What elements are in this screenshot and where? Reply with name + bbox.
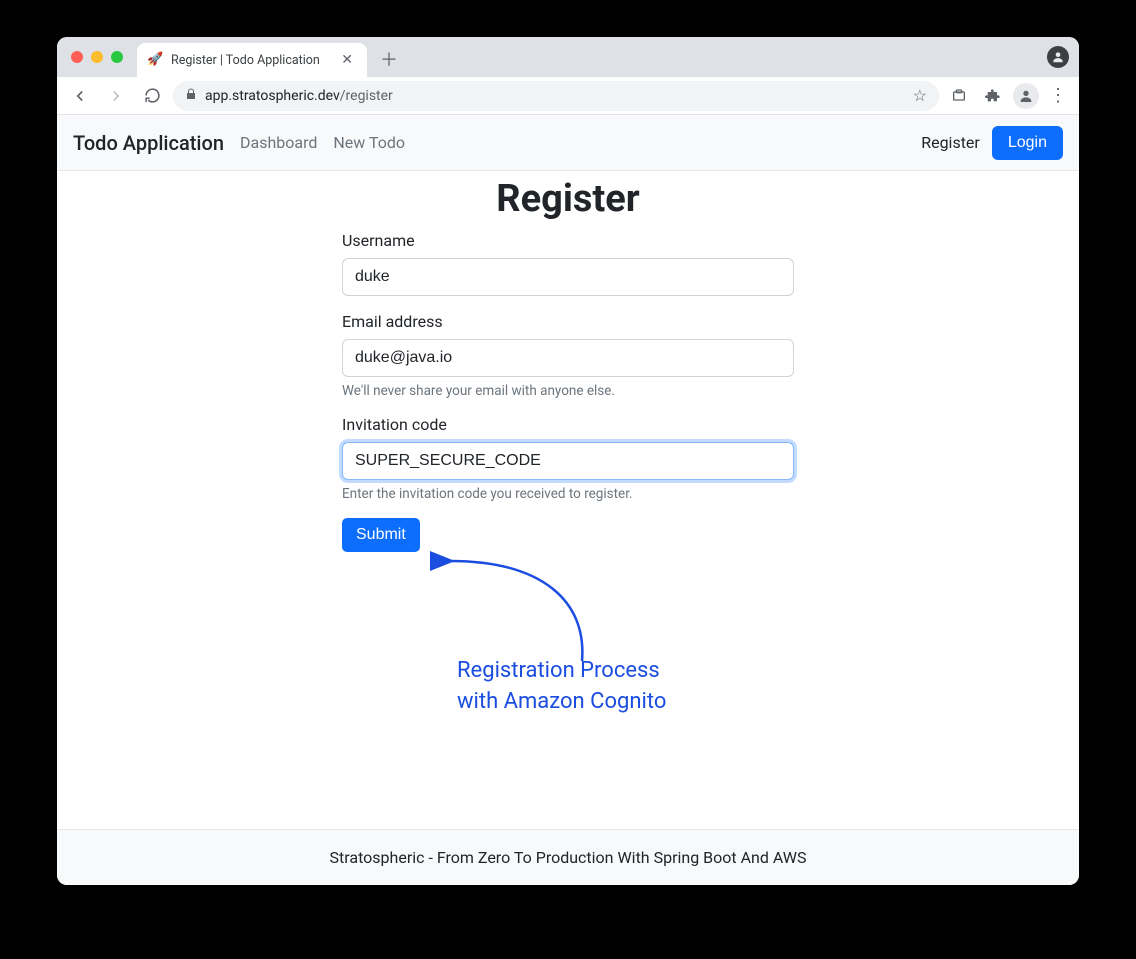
nav-link-dashboard[interactable]: Dashboard bbox=[240, 133, 317, 152]
bookmark-star-icon[interactable]: ☆ bbox=[913, 86, 927, 105]
browser-toolbar: app.stratospheric.dev/register ☆ ⋮ bbox=[57, 77, 1079, 115]
favicon-icon: 🚀 bbox=[147, 52, 163, 68]
window-minimize-button[interactable] bbox=[91, 51, 103, 63]
tab-title: Register | Todo Application bbox=[171, 53, 329, 68]
address-bar[interactable]: app.stratospheric.dev/register ☆ bbox=[173, 81, 939, 111]
username-label: Username bbox=[342, 231, 794, 250]
email-group: Email address We'll never share your ema… bbox=[342, 312, 794, 399]
annotation-line1: Registration Process bbox=[457, 658, 660, 683]
invitation-input[interactable] bbox=[342, 442, 794, 480]
email-help-text: We'll never share your email with anyone… bbox=[342, 383, 794, 399]
register-form: Username Email address We'll never share… bbox=[342, 231, 794, 552]
footer: Stratospheric - From Zero To Production … bbox=[57, 829, 1079, 885]
browser-tab[interactable]: 🚀 Register | Todo Application ✕ bbox=[137, 43, 367, 77]
url-text: app.stratospheric.dev/register bbox=[205, 88, 393, 104]
browser-menu-button[interactable]: ⋮ bbox=[1045, 85, 1071, 106]
extension-icon[interactable] bbox=[945, 82, 973, 110]
annotation-text: Registration Process with Amazon Cognito bbox=[457, 656, 666, 718]
email-label: Email address bbox=[342, 312, 794, 331]
forward-button[interactable] bbox=[101, 81, 131, 111]
invitation-label: Invitation code bbox=[342, 415, 794, 434]
title-bar: 🚀 Register | Todo Application ✕ ＋ bbox=[57, 37, 1079, 77]
new-tab-button[interactable]: ＋ bbox=[375, 45, 403, 73]
extensions-puzzle-icon[interactable] bbox=[979, 82, 1007, 110]
username-input[interactable] bbox=[342, 258, 794, 296]
page: Todo Application Dashboard New Todo Regi… bbox=[57, 115, 1079, 885]
tab-close-icon[interactable]: ✕ bbox=[337, 52, 357, 68]
brand[interactable]: Todo Application bbox=[73, 131, 224, 155]
main-content: Register Username Email address We'll ne… bbox=[57, 171, 1079, 829]
invitation-group: Invitation code Enter the invitation cod… bbox=[342, 415, 794, 502]
nav-register-link[interactable]: Register bbox=[921, 133, 980, 152]
footer-text: Stratospheric - From Zero To Production … bbox=[330, 848, 807, 867]
login-button[interactable]: Login bbox=[992, 126, 1063, 160]
invitation-help-text: Enter the invitation code you received t… bbox=[342, 486, 794, 502]
url-host: app.stratospheric.dev bbox=[205, 88, 340, 104]
username-group: Username bbox=[342, 231, 794, 296]
lock-icon bbox=[185, 88, 197, 103]
app-navbar: Todo Application Dashboard New Todo Regi… bbox=[57, 115, 1079, 171]
reload-button[interactable] bbox=[137, 81, 167, 111]
email-input[interactable] bbox=[342, 339, 794, 377]
page-title: Register bbox=[57, 177, 1079, 221]
back-button[interactable] bbox=[65, 81, 95, 111]
nav-link-new-todo[interactable]: New Todo bbox=[333, 133, 405, 152]
browser-window: 🚀 Register | Todo Application ✕ ＋ app.st… bbox=[57, 37, 1079, 885]
window-close-button[interactable] bbox=[71, 51, 83, 63]
annotation-line2: with Amazon Cognito bbox=[457, 689, 666, 714]
profile-indicator-icon[interactable] bbox=[1047, 46, 1069, 68]
window-maximize-button[interactable] bbox=[111, 51, 123, 63]
url-path: /register bbox=[340, 88, 393, 104]
profile-avatar-icon[interactable] bbox=[1013, 83, 1039, 109]
submit-button[interactable]: Submit bbox=[342, 518, 420, 552]
window-controls bbox=[71, 51, 123, 63]
